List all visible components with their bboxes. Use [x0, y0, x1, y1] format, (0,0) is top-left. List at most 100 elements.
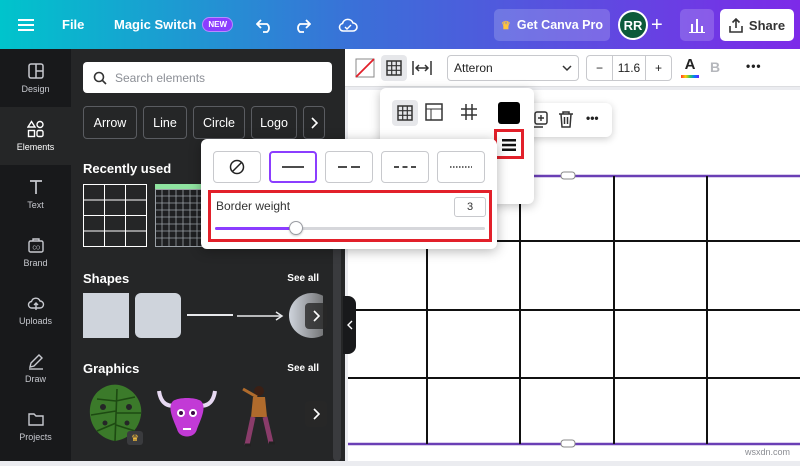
shape-arrow[interactable] [237, 309, 285, 321]
chevron-left-icon [346, 320, 352, 330]
border-dashed-option[interactable] [325, 151, 373, 183]
chip-arrow[interactable]: Arrow [83, 106, 137, 139]
chip-line[interactable]: Line [143, 106, 187, 139]
shapes-icon [26, 120, 44, 138]
graphics-title: Graphics [83, 361, 140, 376]
cloud-sync-icon[interactable] [338, 0, 358, 49]
layout-icon [27, 63, 44, 79]
rail-item-draw[interactable]: Draw [0, 339, 71, 397]
trash-icon[interactable] [558, 110, 574, 133]
font-size-stepper[interactable]: − 11.6 + [586, 55, 672, 81]
rail-label: Brand [23, 258, 48, 268]
cloud-upload-icon [27, 297, 44, 310]
all-borders-option[interactable] [392, 100, 418, 126]
solid-line-icon [282, 166, 304, 168]
border-weight-highlight [208, 190, 492, 242]
hash-grid-icon [461, 104, 477, 120]
file-menu[interactable]: File [62, 0, 84, 49]
bold-button[interactable]: B [710, 59, 720, 75]
rail-label: Projects [19, 432, 52, 442]
transparency-fill-icon[interactable] [355, 58, 375, 78]
share-label: Share [748, 17, 786, 33]
chevron-right-icon [313, 310, 320, 322]
redo-icon[interactable] [293, 0, 311, 49]
shape-line[interactable] [187, 314, 233, 316]
rail-label: Elements [16, 142, 55, 152]
svg-text:CO: CO [32, 246, 40, 252]
rail-item-text[interactable]: Text [0, 165, 71, 223]
search-box[interactable] [83, 62, 332, 93]
folder-icon [27, 413, 44, 426]
outer-border-option[interactable] [425, 103, 443, 126]
rail-label: Design [21, 84, 50, 94]
border-none-option[interactable] [213, 151, 261, 183]
insights-button[interactable] [680, 9, 714, 41]
rail-item-brand[interactable]: CO Brand [0, 223, 71, 281]
text-color-bar [681, 75, 699, 78]
inner-border-option[interactable] [460, 103, 478, 126]
graphic-bull-skull[interactable] [155, 385, 219, 447]
share-icon [729, 17, 743, 33]
shapes-title: Shapes [83, 271, 130, 286]
dashed-line-icon [338, 166, 360, 168]
spacing-icon[interactable] [411, 58, 433, 78]
search-icon [93, 71, 107, 85]
shapes-see-all-link[interactable]: See all [287, 273, 319, 284]
canva-pro-label: Get Canva Pro [516, 18, 603, 32]
border-short-dash-option[interactable] [381, 151, 429, 183]
border-dotted-option[interactable] [437, 151, 485, 183]
no-border-icon [229, 159, 245, 175]
chip-circle[interactable]: Circle [193, 106, 245, 139]
border-style-highlight [494, 129, 524, 159]
shape-square[interactable] [83, 293, 129, 338]
panel-collapse-handle[interactable] [343, 296, 356, 354]
panel-scrollbar[interactable] [333, 244, 341, 461]
rail-label: Text [27, 200, 44, 210]
shape-rounded-square[interactable] [135, 293, 181, 338]
rail-item-elements[interactable]: Elements [0, 107, 71, 165]
graphics-see-all-link[interactable]: See all [287, 363, 319, 374]
hamburger-icon[interactable] [18, 0, 34, 49]
rail-item-uploads[interactable]: Uploads [0, 281, 71, 339]
graphics-next-button[interactable] [305, 401, 327, 427]
chip-scroll-right[interactable] [303, 106, 325, 139]
get-canva-pro-button[interactable]: ♛ Get Canva Pro [494, 9, 610, 41]
avatar[interactable]: RR [618, 10, 648, 40]
chip-logo[interactable]: Logo [251, 106, 297, 139]
rail-label: Uploads [18, 316, 53, 326]
crown-icon: ♛ [500, 19, 511, 32]
chevron-down-icon [562, 65, 572, 72]
more-options-button[interactable]: ••• [746, 59, 762, 73]
text-color-button[interactable]: A [680, 56, 700, 80]
font-name: Atteron [454, 61, 493, 75]
elements-panel: Arrow Line Circle Logo Recently used Sha… [71, 49, 345, 461]
add-collaborator-icon[interactable]: + [651, 14, 663, 37]
graphic-dancing-woman[interactable] [235, 383, 279, 449]
more-icon[interactable]: ••• [586, 111, 599, 125]
premium-crown-badge: ♛ [127, 431, 143, 445]
search-input[interactable] [115, 70, 315, 85]
bar-chart-icon [689, 19, 705, 33]
border-color-swatch[interactable] [498, 102, 520, 124]
brand-kit-icon: CO [27, 238, 44, 253]
recently-used-title: Recently used [83, 161, 172, 176]
left-rail: Design Elements Text CO Brand Uploads Dr… [0, 49, 71, 461]
font-size-value[interactable]: 11.6 [613, 56, 645, 80]
recent-table-thumbnail[interactable] [83, 184, 147, 247]
share-button[interactable]: Share [720, 9, 794, 41]
new-badge: NEW [202, 17, 234, 32]
rail-item-design[interactable]: Design [0, 49, 71, 107]
table-grid-button[interactable] [381, 55, 407, 81]
rail-item-projects[interactable]: Projects [0, 397, 71, 455]
short-dash-line-icon [394, 166, 416, 168]
rail-label: Draw [24, 374, 46, 384]
increase-font-size-button[interactable]: + [645, 56, 671, 80]
undo-icon[interactable] [256, 0, 274, 49]
font-family-dropdown[interactable]: Atteron [447, 55, 579, 81]
shapes-next-button[interactable] [305, 303, 327, 329]
all-borders-icon [397, 105, 413, 121]
border-solid-option[interactable] [269, 151, 317, 183]
decrease-font-size-button[interactable]: − [587, 56, 613, 80]
text-icon [29, 180, 42, 194]
magic-switch-button[interactable]: Magic Switch NEW [114, 0, 234, 49]
